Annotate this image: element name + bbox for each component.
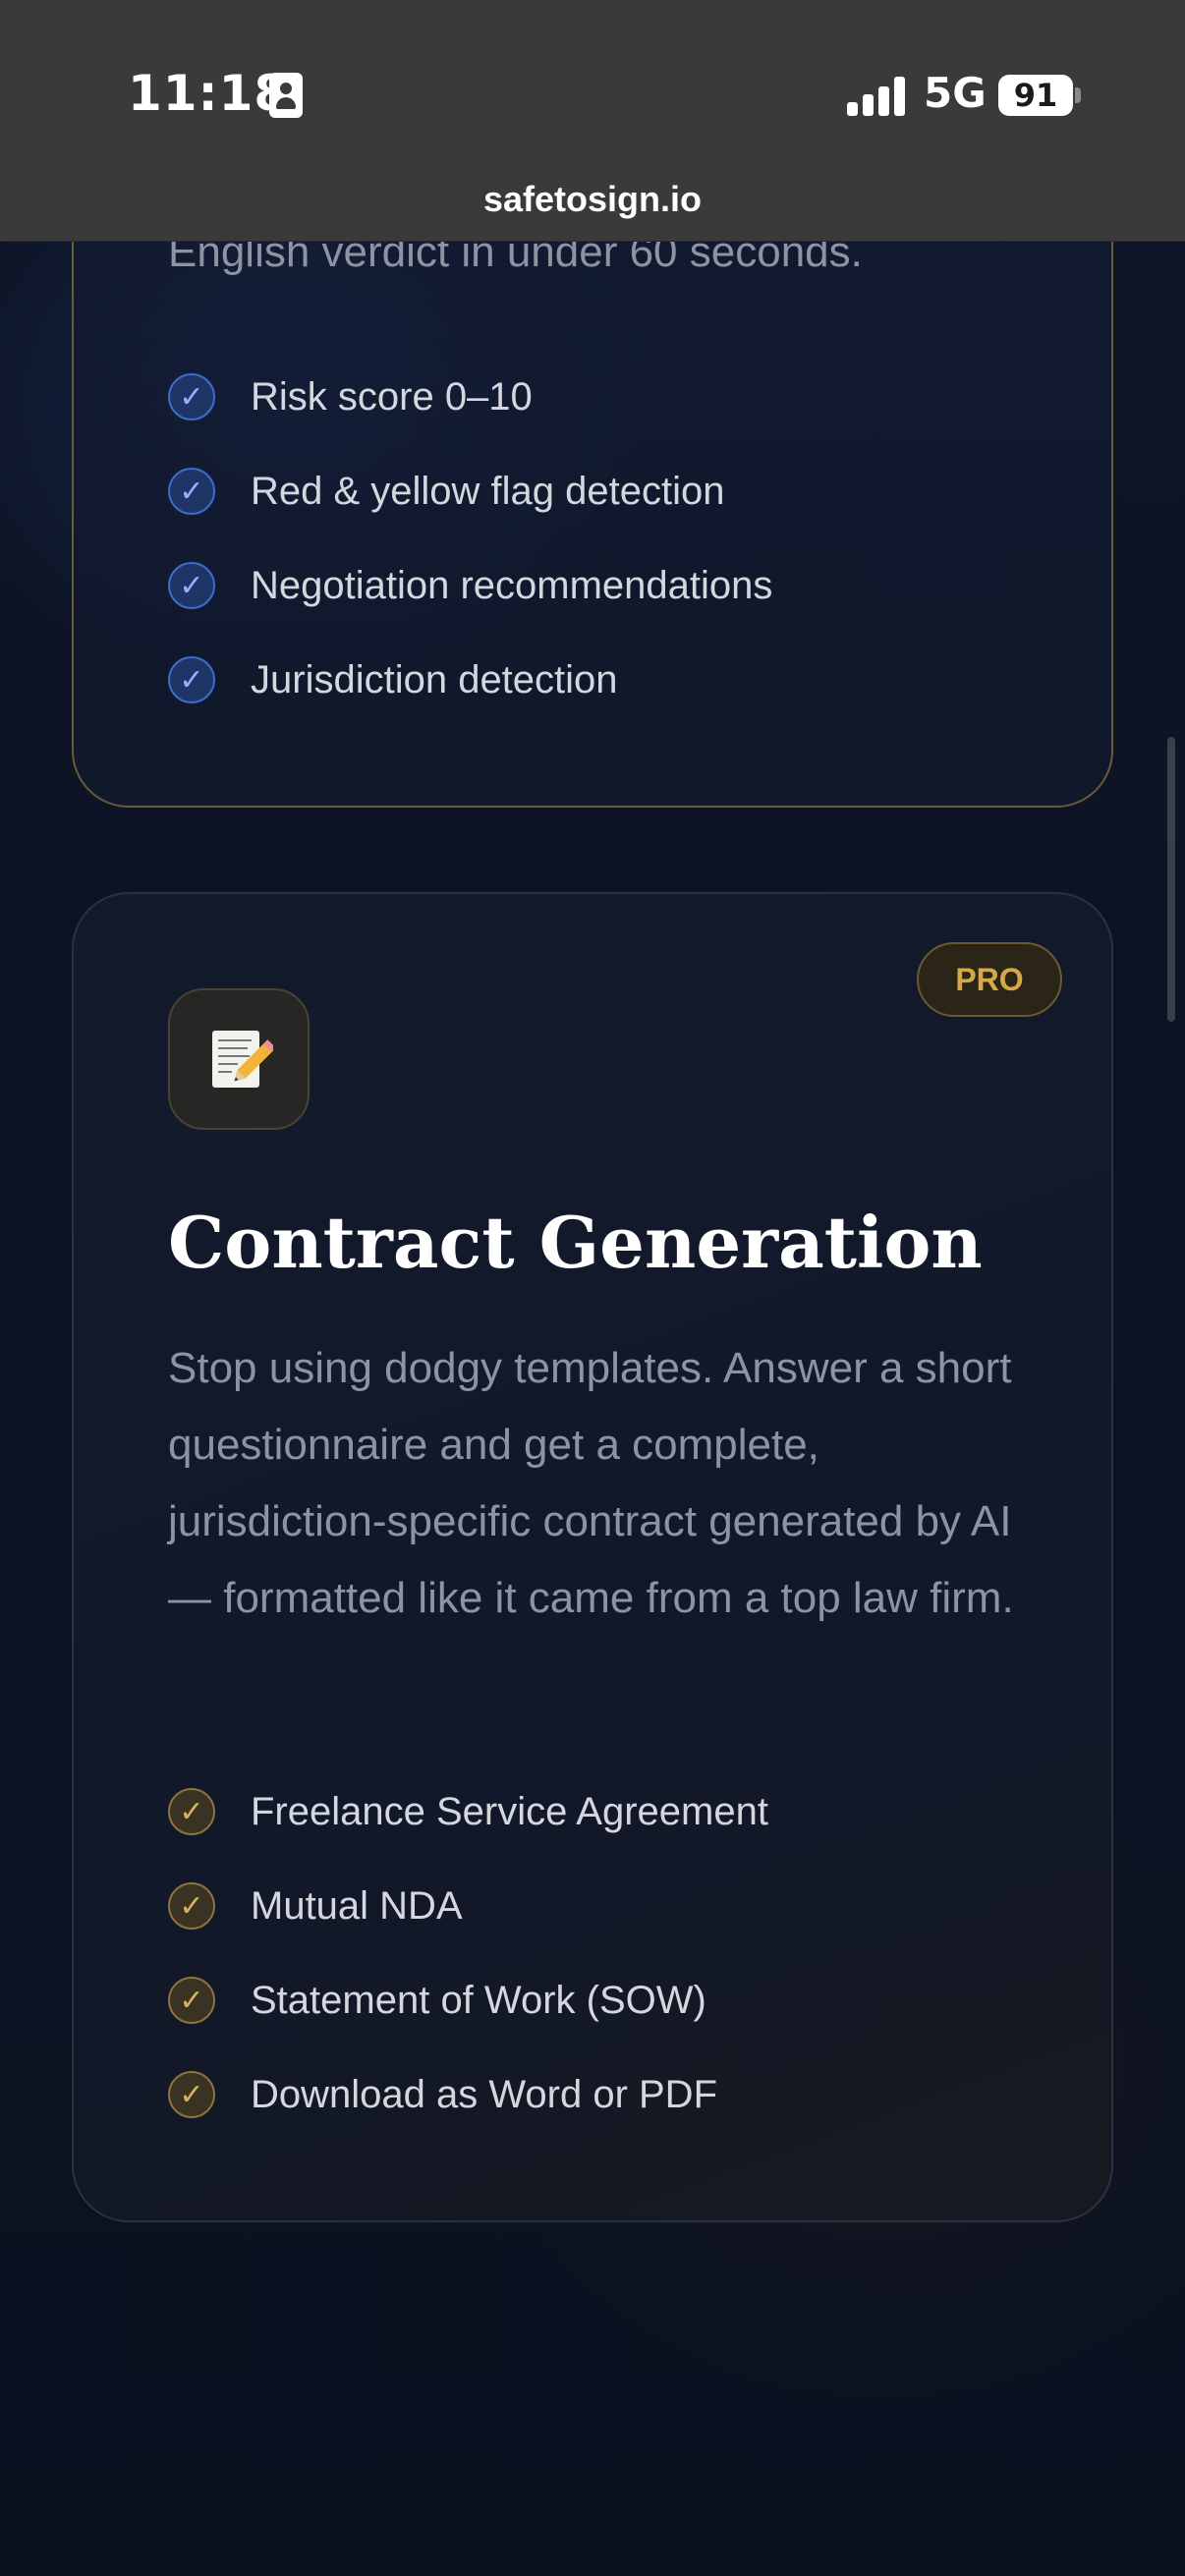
screen: 11:18 5G 91 safetosign.io English verdic… bbox=[0, 0, 1185, 2576]
card-description: Stop using dodgy templates. Answer a sho… bbox=[168, 1344, 1014, 1622]
battery-icon: 91 bbox=[998, 75, 1073, 116]
feature-item: ✓ Freelance Service Agreement bbox=[168, 1782, 768, 1841]
feature-item: ✓ Download as Word or PDF bbox=[168, 2065, 717, 2124]
contact-card-icon bbox=[269, 73, 303, 118]
check-icon: ✓ bbox=[168, 468, 215, 515]
memo-pencil-icon bbox=[168, 988, 310, 1130]
feature-item: ✓ Mutual NDA bbox=[168, 1876, 463, 1935]
feature-item: ✓ Red & yellow flag detection bbox=[168, 462, 725, 521]
feature-label: Jurisdiction detection bbox=[251, 657, 618, 701]
feature-item: ✓ Risk score 0–10 bbox=[168, 367, 533, 426]
check-icon: ✓ bbox=[168, 2071, 215, 2118]
feature-item: ✓ Statement of Work (SOW) bbox=[168, 1971, 706, 2030]
check-icon: ✓ bbox=[168, 562, 215, 609]
feature-label: Red & yellow flag detection bbox=[251, 469, 725, 513]
feature-item: ✓ Negotiation recommendations bbox=[168, 556, 772, 615]
feature-label: Statement of Work (SOW) bbox=[251, 1978, 706, 2022]
pro-badge: PRO bbox=[917, 942, 1062, 1017]
check-icon: ✓ bbox=[168, 1788, 215, 1835]
check-icon: ✓ bbox=[168, 1882, 215, 1930]
status-time: 11:18 bbox=[128, 65, 290, 122]
check-icon: ✓ bbox=[168, 1977, 215, 2024]
page-scrollbar[interactable] bbox=[1167, 737, 1175, 1022]
check-icon: ✓ bbox=[168, 373, 215, 420]
feature-label: Freelance Service Agreement bbox=[251, 1789, 768, 1833]
network-type: 5G bbox=[924, 69, 987, 117]
cellular-signal-icon bbox=[847, 77, 906, 116]
feature-label: Download as Word or PDF bbox=[251, 2072, 717, 2116]
feature-label: Mutual NDA bbox=[251, 1883, 463, 1928]
feature-label: Negotiation recommendations bbox=[251, 563, 773, 607]
address-bar-url[interactable]: safetosign.io bbox=[0, 179, 1185, 220]
check-icon: ✓ bbox=[168, 656, 215, 703]
feature-label: Risk score 0–10 bbox=[251, 374, 533, 419]
card-title: Contract Generation bbox=[168, 1201, 983, 1284]
browser-status-bar: 11:18 5G 91 safetosign.io bbox=[0, 0, 1185, 242]
feature-item: ✓ Jurisdiction detection bbox=[168, 650, 618, 709]
battery-tip bbox=[1075, 87, 1081, 103]
